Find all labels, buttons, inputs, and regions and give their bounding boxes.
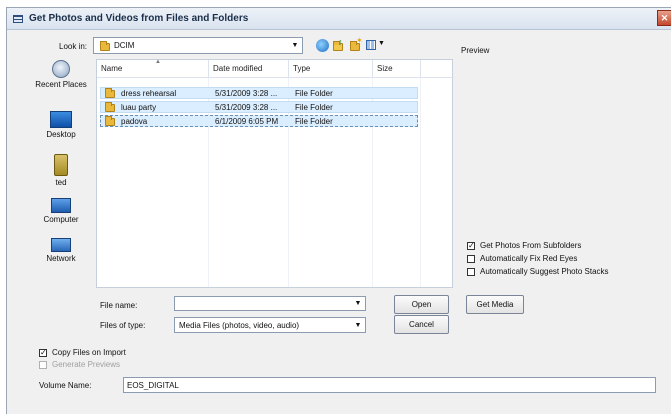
- column-header-type[interactable]: Type: [289, 60, 373, 78]
- sort-ascending-icon: ▲: [155, 59, 161, 65]
- folder-icon: [105, 116, 115, 126]
- views-menu-icon[interactable]: ▼: [366, 39, 385, 52]
- file-name-label: File name:: [100, 301, 138, 310]
- option-label: Automatically Fix Red Eyes: [480, 254, 578, 263]
- column-header-filler: [421, 60, 454, 78]
- checkbox-generate-previews: [39, 361, 47, 369]
- place-label: Recent Places: [35, 80, 87, 89]
- column-header-date-modified[interactable]: Date modified: [209, 60, 289, 78]
- row-name: dress rehearsal: [121, 89, 177, 98]
- checkbox-red-eyes[interactable]: [467, 255, 475, 263]
- table-row[interactable]: padova 6/1/2009 6:05 PM File Folder: [100, 115, 418, 127]
- checkbox-subfolders[interactable]: ✓: [467, 242, 475, 250]
- computer-icon: [51, 198, 71, 213]
- place-desktop[interactable]: Desktop: [29, 111, 93, 139]
- recent-places-icon: [52, 60, 70, 78]
- new-folder-icon[interactable]: ✶: [349, 36, 363, 52]
- file-name-field[interactable]: ▼: [174, 296, 366, 311]
- chevron-down-icon[interactable]: ▼: [289, 39, 301, 52]
- dialog-window: Get Photos and Videos from Files and Fol…: [6, 7, 671, 414]
- sparkle-icon: ✶: [356, 36, 363, 45]
- look-in-value: DCIM: [114, 41, 135, 50]
- place-label: Network: [46, 254, 76, 263]
- look-in-dropdown[interactable]: DCIM ▼: [93, 37, 303, 54]
- column-label: Size: [377, 64, 393, 73]
- column-label: Name: [101, 64, 123, 73]
- checkbox-photo-stacks[interactable]: [467, 268, 475, 276]
- chevron-down-icon[interactable]: ▼: [352, 298, 364, 310]
- file-type-label: Files of type:: [100, 321, 146, 330]
- row-date: 6/1/2009 6:05 PM: [215, 117, 279, 126]
- folder-icon: [100, 41, 110, 51]
- cancel-button[interactable]: Cancel: [394, 315, 449, 334]
- place-ted[interactable]: ted: [29, 154, 93, 187]
- column-header-size[interactable]: Size: [373, 60, 421, 78]
- folder-icon: [105, 102, 115, 112]
- row-type: File Folder: [295, 89, 333, 98]
- option-label: Generate Previews: [52, 360, 121, 369]
- column-label: Type: [293, 64, 311, 73]
- network-icon: [51, 238, 71, 252]
- look-in-label: Look in:: [59, 42, 88, 51]
- grid-icon: [366, 40, 376, 50]
- column-divider: [420, 78, 421, 287]
- file-type-dropdown[interactable]: Media Files (photos, video, audio) ▼: [174, 317, 366, 333]
- row-name: padova: [121, 117, 148, 126]
- file-list[interactable]: Name ▲ Date modified Type Size dress reh…: [96, 59, 454, 288]
- open-button[interactable]: Open: [394, 295, 449, 314]
- places-bar: Recent Places Desktop ted Computer Netwo…: [29, 58, 93, 288]
- place-computer[interactable]: Computer: [29, 198, 93, 224]
- place-label: ted: [55, 178, 67, 187]
- window-title: Get Photos and Videos from Files and Fol…: [29, 13, 249, 24]
- user-folder-icon: [54, 154, 68, 176]
- place-recent-places[interactable]: Recent Places: [29, 60, 93, 89]
- volume-name-label: Volume Name:: [39, 381, 92, 390]
- place-network[interactable]: Network: [29, 238, 93, 263]
- app-icon: [13, 15, 23, 23]
- file-type-value: Media Files (photos, video, audio): [179, 321, 300, 330]
- row-date: 5/31/2009 3:28 ...: [215, 89, 278, 98]
- place-label: Computer: [43, 215, 79, 224]
- column-label: Date modified: [213, 64, 263, 73]
- column-header-name[interactable]: Name ▲: [97, 59, 209, 78]
- row-date: 5/31/2009 3:28 ...: [215, 103, 278, 112]
- table-row[interactable]: luau party 5/31/2009 3:28 ... File Folde…: [100, 101, 418, 113]
- table-row[interactable]: dress rehearsal 5/31/2009 3:28 ... File …: [100, 87, 418, 99]
- chevron-down-icon: ▼: [378, 40, 385, 47]
- up-arrow-icon: ↑: [338, 37, 343, 47]
- row-type: File Folder: [295, 103, 333, 112]
- checkbox-copy-files[interactable]: ✓: [39, 349, 47, 357]
- preview-label: Preview: [461, 46, 490, 55]
- option-label: Copy Files on Import: [52, 348, 126, 357]
- title-bar[interactable]: Get Photos and Videos from Files and Fol…: [7, 8, 671, 30]
- desktop-icon: [50, 111, 72, 128]
- back-icon[interactable]: [316, 39, 329, 52]
- volume-name-field[interactable]: EOS_DIGITAL: [123, 377, 656, 393]
- option-label: Automatically Suggest Photo Stacks: [480, 267, 609, 276]
- option-label: Get Photos From Subfolders: [480, 241, 582, 250]
- place-label: Desktop: [46, 130, 76, 139]
- chevron-down-icon[interactable]: ▼: [352, 319, 364, 332]
- row-type: File Folder: [295, 117, 333, 126]
- row-name: luau party: [121, 103, 157, 112]
- close-button[interactable]: ✕: [657, 10, 671, 26]
- folder-icon: [105, 88, 115, 98]
- get-media-button[interactable]: Get Media: [466, 295, 524, 314]
- up-folder-icon[interactable]: ↑: [332, 37, 345, 52]
- volume-name-value: EOS_DIGITAL: [127, 381, 179, 390]
